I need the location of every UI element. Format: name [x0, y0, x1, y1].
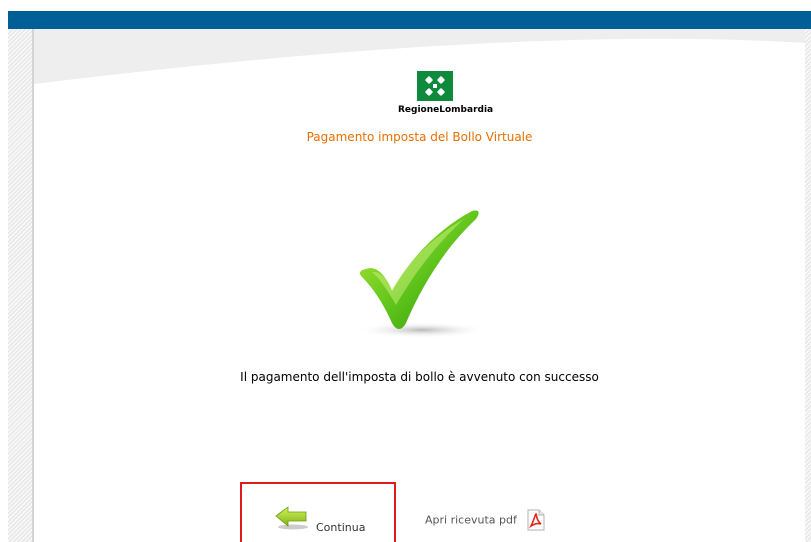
left-pattern-border: [8, 29, 34, 542]
region-logo: RegioneLombardia: [398, 71, 494, 121]
pdf-link-label: Apri ricevuta pdf: [425, 513, 517, 527]
right-pattern-border: [805, 29, 811, 542]
content-panel: RegioneLombardia Pagamento imposta del B…: [34, 29, 805, 542]
top-margin: [0, 0, 811, 11]
pdf-icon: [527, 509, 545, 531]
header-bar: [8, 11, 811, 29]
checkmark-icon: [356, 210, 488, 338]
success-message: Il pagamento dell'imposta di bollo è avv…: [240, 370, 599, 384]
continue-label: Continua: [316, 521, 366, 534]
back-arrow-icon: [275, 506, 308, 530]
open-pdf-receipt-link[interactable]: Apri ricevuta pdf: [425, 509, 546, 531]
region-logo-text: RegioneLombardia: [398, 105, 494, 115]
region-logo-mark: [417, 71, 453, 101]
continue-button[interactable]: Continua: [240, 482, 396, 542]
page-subtitle: Pagamento imposta del Bollo Virtuale: [306, 130, 533, 144]
